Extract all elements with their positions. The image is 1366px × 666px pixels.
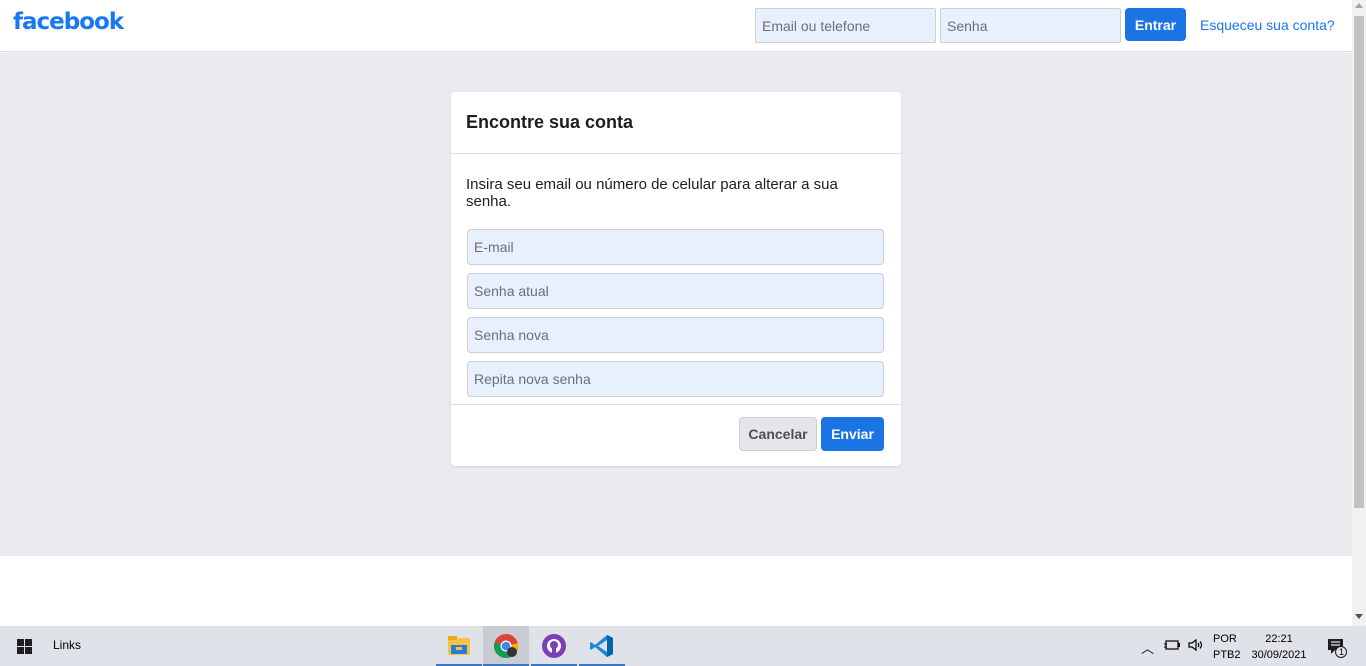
card-instructions: Insira seu email ou número de celular pa…: [466, 176, 838, 210]
windows-taskbar: Links ︿ POR PTB2 22:21 30/09/2021 1: [0, 626, 1366, 666]
vscode-icon: [590, 635, 613, 657]
main-content-area: Encontre sua conta Insira seu email ou n…: [0, 53, 1352, 556]
taskbar-chrome[interactable]: [483, 626, 529, 666]
system-clock[interactable]: 22:21 30/09/2021: [1249, 631, 1309, 663]
github-icon: [542, 634, 566, 658]
cancel-button[interactable]: Cancelar: [739, 417, 817, 451]
scroll-thumb[interactable]: [1354, 16, 1364, 508]
card-header-divider: [451, 153, 901, 154]
find-account-card: Encontre sua conta Insira seu email ou n…: [451, 92, 901, 466]
show-hidden-icons-chevron-icon[interactable]: ︿: [1141, 638, 1154, 657]
send-button[interactable]: Enviar: [821, 417, 884, 451]
login-email-input[interactable]: [755, 8, 936, 43]
forgot-account-link[interactable]: Esqueceu sua conta?: [1200, 17, 1335, 33]
windows-icon: [17, 639, 33, 655]
page-scrollbar[interactable]: [1352, 0, 1366, 626]
input-language-indicator[interactable]: POR PTB2: [1213, 631, 1241, 663]
login-button[interactable]: Entrar: [1125, 8, 1186, 41]
clock-time: 22:21: [1265, 633, 1293, 645]
taskbar-github-desktop[interactable]: [531, 626, 577, 666]
start-button[interactable]: [0, 626, 50, 666]
scroll-down-arrow-icon[interactable]: [1355, 614, 1363, 619]
language-code: POR: [1213, 633, 1237, 645]
notification-count-badge: 1: [1339, 647, 1345, 657]
chrome-icon: [494, 634, 519, 658]
new-password-field[interactable]: [467, 317, 884, 353]
top-navigation-bar: facebook Entrar Esqueceu sua conta?: [0, 0, 1352, 52]
battery-power-icon[interactable]: [1163, 638, 1181, 655]
login-password-input[interactable]: [940, 8, 1121, 43]
card-title: Encontre sua conta: [466, 112, 634, 132]
browser-viewport: facebook Entrar Esqueceu sua conta? Enco…: [0, 0, 1352, 626]
current-password-field[interactable]: [467, 273, 884, 309]
links-toolbar[interactable]: Links: [53, 638, 81, 652]
folder-icon: [448, 636, 470, 655]
taskbar-file-explorer[interactable]: [436, 626, 482, 666]
email-field[interactable]: [467, 229, 884, 265]
notification-center-icon[interactable]: 1: [1326, 636, 1348, 658]
facebook-logo[interactable]: facebook: [13, 9, 124, 35]
scroll-up-arrow-icon[interactable]: [1355, 3, 1363, 8]
card-footer-divider: [451, 404, 901, 405]
volume-icon[interactable]: [1187, 638, 1205, 655]
keyboard-layout: PTB2: [1213, 649, 1241, 661]
repeat-password-field[interactable]: [467, 361, 884, 397]
taskbar-vscode[interactable]: [579, 626, 625, 666]
clock-date: 30/09/2021: [1251, 649, 1307, 661]
